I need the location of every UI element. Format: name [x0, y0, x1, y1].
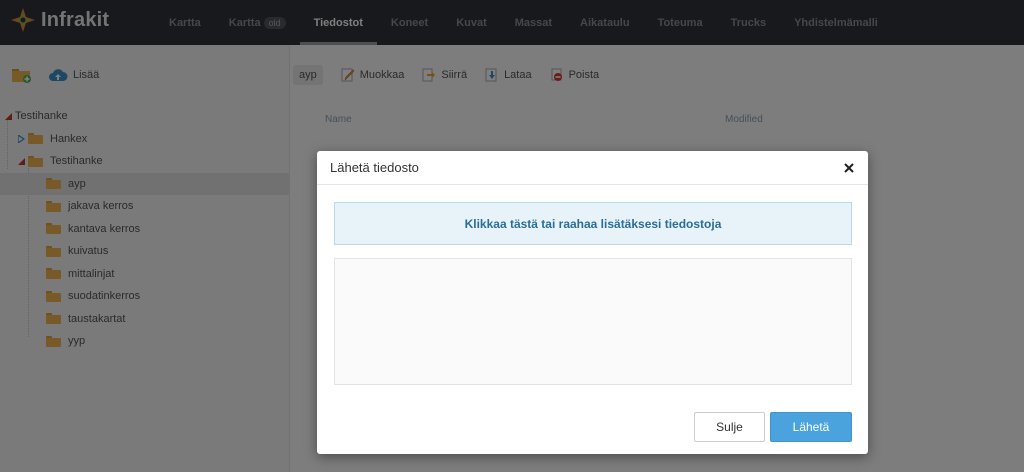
dialog-title: Lähetä tiedosto [330, 160, 419, 175]
close-button-label: Sulje [716, 420, 743, 434]
dialog-header: Lähetä tiedosto [317, 151, 868, 185]
upload-dialog: Lähetä tiedosto Klikkaa tästä tai raahaa… [317, 151, 868, 454]
send-button-label: Lähetä [792, 420, 830, 434]
send-button[interactable]: Lähetä [770, 412, 852, 442]
file-dropzone[interactable]: Klikkaa tästä tai raahaa lisätäksesi tie… [334, 202, 852, 245]
close-icon[interactable] [842, 161, 856, 175]
close-button[interactable]: Sulje [694, 412, 765, 442]
dropzone-text: Klikkaa tästä tai raahaa lisätäksesi tie… [464, 216, 722, 231]
upload-file-list [334, 258, 852, 385]
